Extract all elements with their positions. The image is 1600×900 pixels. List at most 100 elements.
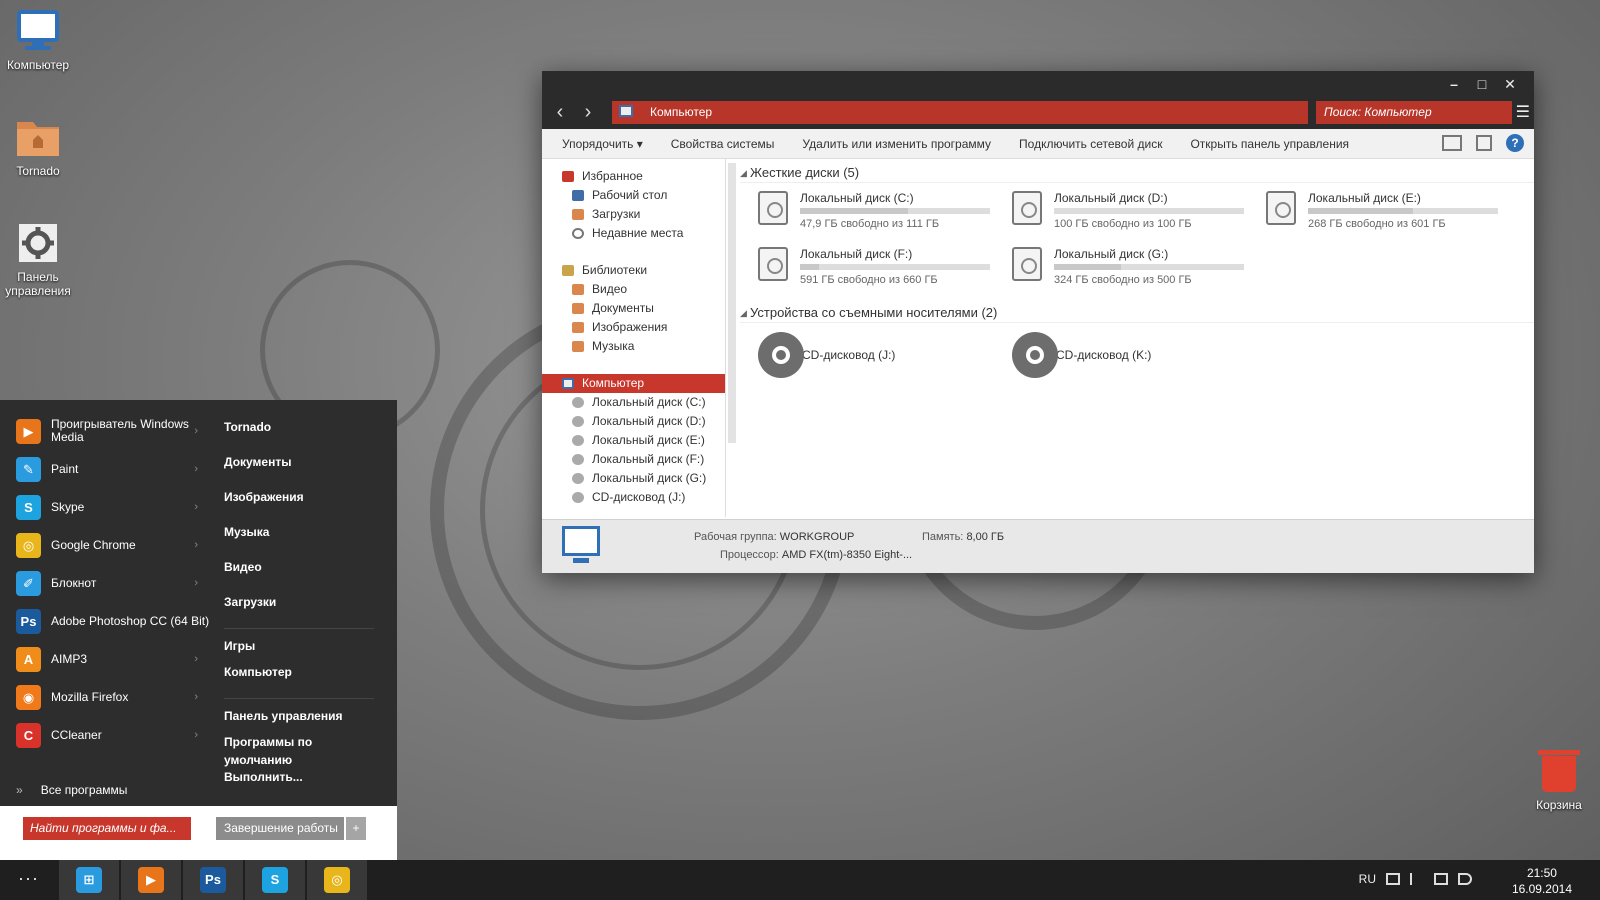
keyboard-layout-icon[interactable] xyxy=(1386,873,1400,885)
menu-icon[interactable]: ☰ xyxy=(1516,102,1530,122)
maximize-icon[interactable]: □ xyxy=(1468,71,1496,97)
shutdown-button[interactable]: Завершение работы xyxy=(216,817,344,840)
network-icon[interactable] xyxy=(1434,873,1448,885)
shutdown-options-button[interactable]: + xyxy=(346,817,366,840)
uninstall-program-button[interactable]: Удалить или изменить программу xyxy=(788,137,1005,151)
chevron-right-icon[interactable]: › xyxy=(194,425,198,438)
nav-downloads[interactable]: Загрузки xyxy=(542,205,725,224)
place-default-programs[interactable]: Программы по умолчанию xyxy=(224,733,374,768)
app-chrome[interactable]: ◎ Google Chrome › xyxy=(0,526,210,564)
hard-disks-group-header[interactable]: ◢ Жесткие диски (5) xyxy=(740,165,1534,183)
search-input[interactable]: Поиск: Компьютер xyxy=(1316,101,1512,124)
more-dots-icon[interactable]: ··· xyxy=(18,868,39,889)
hard-drive-icon xyxy=(758,247,788,281)
app-aimp[interactable]: A AIMP3 › xyxy=(0,640,210,678)
app-photoshop[interactable]: Ps Adobe Photoshop CC (64 Bit) › xyxy=(0,602,210,640)
place-videos[interactable]: Видео xyxy=(224,558,374,593)
nav-label: Видео xyxy=(592,282,628,296)
desktop-icon-recycle-bin[interactable]: Корзина xyxy=(1524,750,1594,812)
minimize-icon[interactable]: – xyxy=(1440,71,1468,97)
open-control-panel-button[interactable]: Открыть панель управления xyxy=(1176,137,1363,151)
place-run[interactable]: Выполнить... xyxy=(224,768,374,803)
start-button[interactable]: ⊞ xyxy=(59,860,119,900)
nav-desktop[interactable]: Рабочий стол xyxy=(542,186,725,205)
cd-drive-k-tile[interactable]: CD-дисковод (K:) xyxy=(1002,331,1256,381)
preview-pane-icon[interactable] xyxy=(1476,135,1492,151)
app-firefox[interactable]: ◉ Mozilla Firefox › xyxy=(0,678,210,716)
nav-drive-c[interactable]: Локальный диск (C:) xyxy=(542,393,725,412)
nav-libraries[interactable]: Библиотеки xyxy=(542,261,725,280)
place-pictures[interactable]: Изображения xyxy=(224,488,374,523)
map-network-drive-button[interactable]: Подключить сетевой диск xyxy=(1005,137,1176,151)
desktop-icon-computer[interactable]: Компьютер xyxy=(0,8,76,72)
taskbar-skype[interactable]: S xyxy=(245,860,305,900)
system-properties-button[interactable]: Свойства системы xyxy=(657,137,789,151)
nav-music[interactable]: Музыка xyxy=(542,337,725,356)
organize-button[interactable]: Упорядочить ▾ xyxy=(548,137,657,151)
language-indicator[interactable]: RU xyxy=(1359,872,1376,886)
volume-icon[interactable] xyxy=(1458,873,1472,885)
nav-favorites[interactable]: Избранное xyxy=(542,167,725,186)
clock[interactable]: 21:50 16.09.2014 xyxy=(1512,865,1572,897)
forward-arrow-icon[interactable]: › xyxy=(576,101,600,125)
close-icon[interactable]: ✕ xyxy=(1496,71,1524,97)
title-bar[interactable]: – □ ✕ xyxy=(542,71,1534,97)
chevron-right-icon[interactable]: › xyxy=(194,463,198,476)
chevron-right-icon[interactable]: › xyxy=(194,501,198,514)
app-ccleaner[interactable]: C CCleaner › xyxy=(0,716,210,754)
removable-group-header[interactable]: ◢ Устройства со съемными носителями (2) xyxy=(740,305,1534,323)
taskbar-photoshop[interactable]: Ps xyxy=(183,860,243,900)
nav-computer[interactable]: Компьютер xyxy=(542,374,725,393)
desktop-icon-tornado[interactable]: Tornado xyxy=(0,114,76,178)
nav-drive-d[interactable]: Локальный диск (D:) xyxy=(542,412,725,431)
place-control-panel[interactable]: Панель управления xyxy=(224,698,374,733)
chevron-right-icon[interactable]: › xyxy=(194,691,198,704)
app-notepad[interactable]: ✐ Блокнот › xyxy=(0,564,210,602)
help-icon[interactable]: ? xyxy=(1506,134,1524,152)
memory-label: Память: xyxy=(922,531,964,543)
chevron-right-icon[interactable]: › xyxy=(194,615,198,628)
chevron-right-icon[interactable]: › xyxy=(194,539,198,552)
desktop-icon-control-panel[interactable]: Панель управления xyxy=(0,220,76,298)
place-computer[interactable]: Компьютер xyxy=(224,663,374,698)
cd-drive-j-tile[interactable]: CD-дисковод (J:) xyxy=(748,331,1002,381)
address-bar[interactable]: Компьютер xyxy=(612,101,1308,124)
chevron-right-icon[interactable]: › xyxy=(194,729,198,742)
drive-f-tile[interactable]: Локальный диск (F:) 591 ГБ свободно из 6… xyxy=(748,247,1002,293)
hard-drive-icon xyxy=(1266,191,1296,225)
nav-cd-drive-j[interactable]: CD-дисковод (J:) xyxy=(542,488,725,507)
nav-label: Музыка xyxy=(592,339,635,353)
taskbar-media-player[interactable]: ▶ xyxy=(121,860,181,900)
nav-pictures[interactable]: Изображения xyxy=(542,318,725,337)
view-options-icon[interactable] xyxy=(1442,135,1462,151)
search-placeholder: Поиск: Компьютер xyxy=(1324,105,1432,119)
chevron-right-icon[interactable]: › xyxy=(194,653,198,666)
nav-drive-e[interactable]: Локальный диск (E:) xyxy=(542,431,725,450)
nav-recent-places[interactable]: Недавние места xyxy=(542,224,725,243)
app-media-player[interactable]: ▶ Проигрыватель Windows Media › xyxy=(0,412,210,450)
all-programs-button[interactable]: » Все программы xyxy=(16,783,127,797)
drive-g-tile[interactable]: Локальный диск (G:) 324 ГБ свободно из 5… xyxy=(1002,247,1256,293)
app-skype[interactable]: S Skype › xyxy=(0,488,210,526)
back-arrow-icon[interactable]: ‹ xyxy=(548,101,572,125)
nav-drive-f[interactable]: Локальный диск (F:) xyxy=(542,450,725,469)
flag-icon[interactable] xyxy=(1410,873,1424,885)
place-downloads[interactable]: Загрузки xyxy=(224,593,374,628)
usage-bar xyxy=(1054,264,1244,270)
place-tornado[interactable]: Tornado xyxy=(224,418,374,453)
taskbar-chrome[interactable]: ◎ xyxy=(307,860,367,900)
nav-scrollbar[interactable] xyxy=(728,163,736,443)
drive-d-tile[interactable]: Локальный диск (D:) 100 ГБ свободно из 1… xyxy=(1002,191,1256,237)
app-paint[interactable]: ✎ Paint › xyxy=(0,450,210,488)
start-search-input[interactable]: Найти программы и фа... xyxy=(23,817,191,840)
chevron-right-icon[interactable]: › xyxy=(194,577,198,590)
nav-documents[interactable]: Документы xyxy=(542,299,725,318)
place-games[interactable]: Игры xyxy=(224,628,374,663)
nav-videos[interactable]: Видео xyxy=(542,280,725,299)
drive-name: CD-дисковод (J:) xyxy=(802,348,896,362)
nav-drive-g[interactable]: Локальный диск (G:) xyxy=(542,469,725,488)
place-documents[interactable]: Документы xyxy=(224,453,374,488)
drive-e-tile[interactable]: Локальный диск (E:) 268 ГБ свободно из 6… xyxy=(1256,191,1510,237)
place-music[interactable]: Музыка xyxy=(224,523,374,558)
drive-c-tile[interactable]: Локальный диск (C:) 47,9 ГБ свободно из … xyxy=(748,191,1002,237)
